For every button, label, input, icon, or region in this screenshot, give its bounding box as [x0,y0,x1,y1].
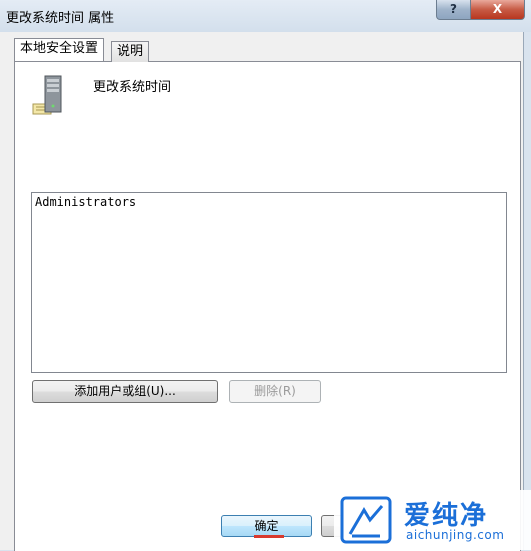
window-title: 更改系统时间 属性 [6,11,115,26]
ok-button[interactable]: 确定 [221,515,312,537]
brand-logo-icon [340,496,392,544]
server-icon [32,75,62,115]
members-listbox[interactable]: Administrators [31,192,507,373]
ok-highlight-underline [254,535,284,538]
close-button[interactable]: X [470,0,525,20]
dialog-client-area: 本地安全设置 说明 更改系统时间 Administrators 添加用户或组(U… [0,32,524,551]
watermark: 爱纯净 aichunjing.com [334,490,531,550]
watermark-url: aichunjing.com [406,528,505,542]
help-button[interactable]: ? [436,0,471,20]
tab-panel: 更改系统时间 Administrators 添加用户或组(U)... 删除(R) [14,61,521,551]
remove-button[interactable]: 删除(R) [229,380,321,403]
policy-name: 更改系统时间 [93,80,172,95]
add-user-or-group-button[interactable]: 添加用户或组(U)... [32,380,218,403]
tab-explain[interactable]: 说明 [111,41,150,62]
watermark-brand: 爱纯净 [404,501,489,531]
title-bar: 更改系统时间 属性 ? X [0,0,531,32]
list-item[interactable]: Administrators [35,195,136,209]
tab-local-security-setting[interactable]: 本地安全设置 [14,38,105,61]
